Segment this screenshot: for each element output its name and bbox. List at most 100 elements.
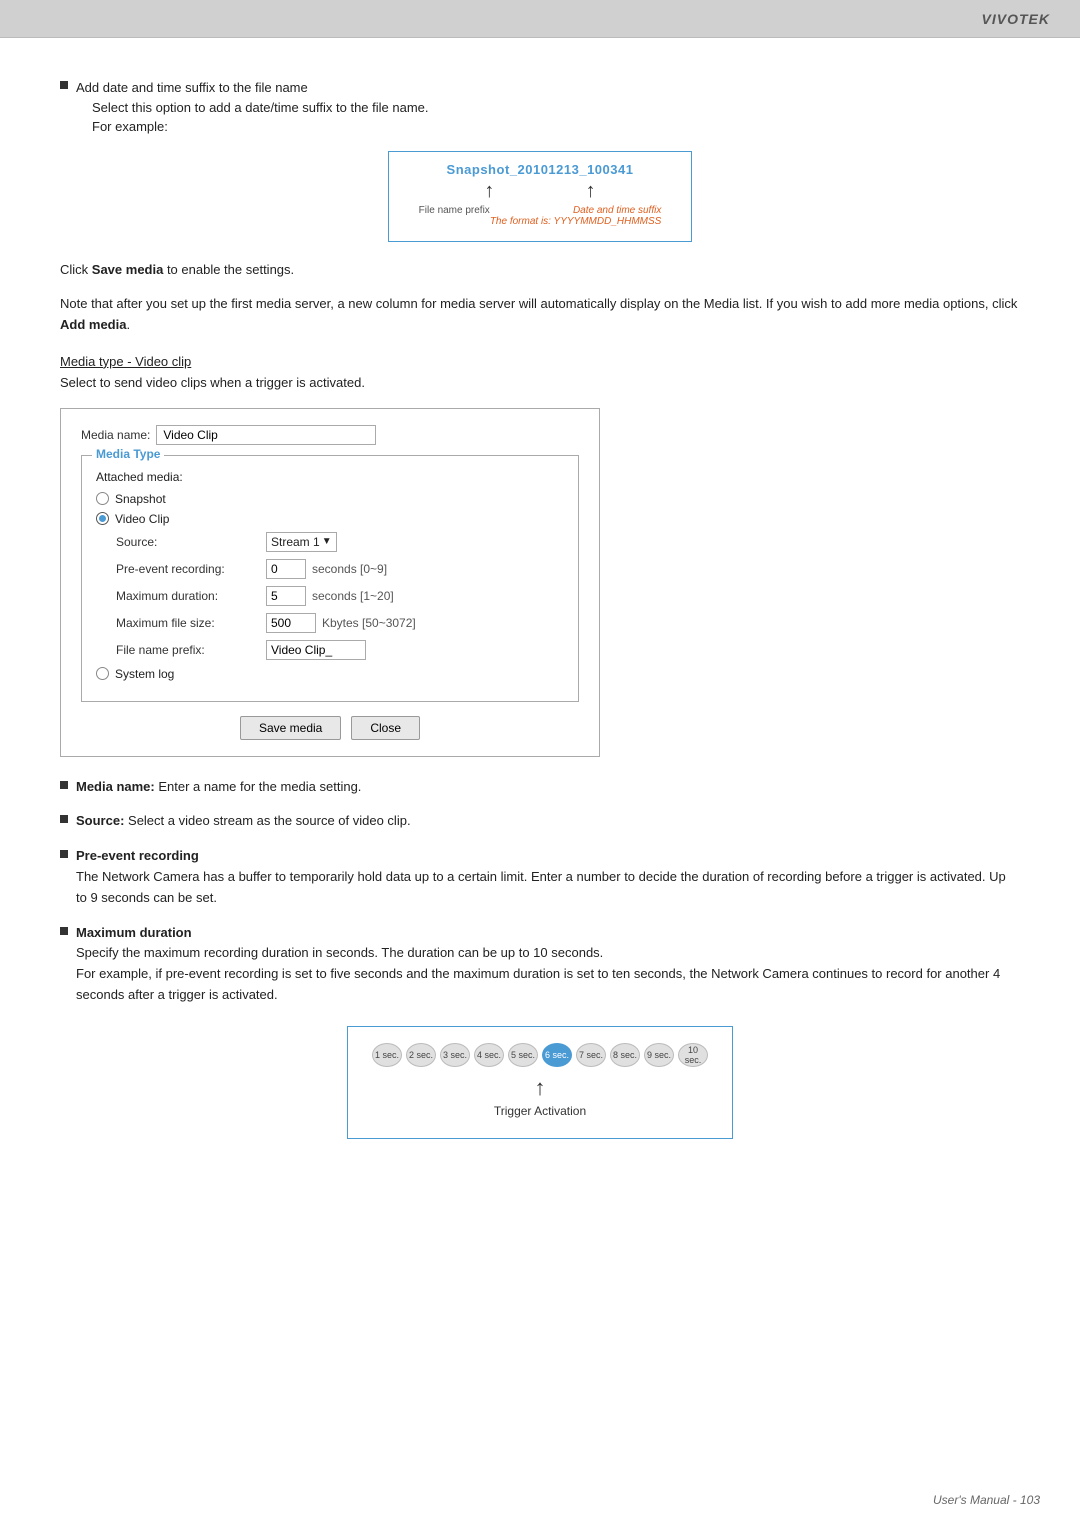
date-suffix-indent1: Select this option to add a date/time su… [92,100,429,115]
bullet-date-suffix: Add date and time suffix to the file nam… [60,78,1020,137]
max-filesize-label: Maximum file size: [116,616,266,630]
date-suffix-indent2: For example: [92,119,168,134]
arrow-up-right: ↑ [586,181,596,201]
source-label: Source: [116,535,266,549]
source-row: Source: Stream 1 ▼ [116,532,564,552]
snapshot-radio-label: Snapshot [115,492,166,506]
timeline-dot-1: 1 sec. [372,1043,402,1067]
bullet-icon-pre-event [60,850,68,858]
media-type-heading: Media type - Video clip [60,354,1020,369]
save-media-text-before: Click [60,262,92,277]
timeline-label: Trigger Activation [494,1104,586,1118]
pre-event-input[interactable] [266,559,306,579]
bullet-date-suffix-text: Add date and time suffix to the file nam… [76,78,1020,137]
bullet-icon-source [60,815,68,823]
snapshot-radio-row[interactable]: Snapshot [96,492,564,506]
max-filesize-hint: Kbytes [50~3072] [322,616,416,630]
save-media-button[interactable]: Save media [240,716,341,740]
save-media-bold: Save media [92,262,164,277]
bullet-source-bold: Source: [76,813,124,828]
form-buttons: Save media Close [81,716,579,740]
timeline-dot-3: 3 sec. [440,1043,470,1067]
media-name-row: Media name: [81,425,579,445]
videoclip-radio[interactable] [96,512,109,525]
file-prefix-input[interactable] [266,640,366,660]
arrows-row: ↑ ↑ [419,181,662,201]
bullet-pre-event-bold: Pre-event recording [76,848,199,863]
bullet-icon [60,81,68,89]
max-duration-hint: seconds [1~20] [312,589,394,603]
labels-row: File name prefix Date and time suffixThe… [419,205,662,227]
source-select[interactable]: Stream 1 ▼ [266,532,337,552]
max-duration-label: Maximum duration: [116,589,266,603]
bullet-max-duration-content: Maximum duration Specify the maximum rec… [76,923,1020,1006]
label-file-prefix: File name prefix [419,205,490,227]
save-media-para: Click Save media to enable the settings. [60,260,1020,281]
label-date-suffix: Date and time suffixThe format is: YYYYM… [490,205,662,227]
file-prefix-label: File name prefix: [116,643,266,657]
timeline-dot-7: 7 sec. [576,1043,606,1067]
pre-event-row: Pre-event recording: seconds [0~9] [116,559,564,579]
timeline-dot-6: 6 sec. [542,1043,572,1067]
media-type-fieldset: Media Type Attached media: Snapshot Vide… [81,455,579,702]
brand-label: VIVOTEK [982,11,1050,27]
bullet-icon-media-name [60,781,68,789]
bullet-pre-event-content: Pre-event recording The Network Camera h… [76,846,1020,908]
bullet-pre-event-sub: The Network Camera has a buffer to tempo… [76,869,1006,905]
timeline-dot-9: 9 sec. [644,1043,674,1067]
close-button[interactable]: Close [351,716,420,740]
snapshot-box: Snapshot_20101213_100341 ↑ ↑ File name p… [388,151,693,242]
bullet-max-dur-sub: Specify the maximum recording duration i… [76,945,1000,1002]
bullet-media-name-bold: Media name: [76,779,155,794]
bullet-source-text: Select a video stream as the source of v… [124,813,410,828]
media-type-desc: Select to send video clips when a trigge… [60,373,1020,394]
main-content: Add date and time suffix to the file nam… [0,38,1080,1229]
bullet-media-name-content: Media name: Enter a name for the media s… [76,777,1020,798]
note-para: Note that after you set up the first med… [60,294,1020,336]
file-prefix-row: File name prefix: [116,640,564,660]
arrow-up-left: ↑ [484,181,494,201]
footer-text: User's Manual - 103 [933,1493,1040,1507]
date-suffix-title: Add date and time suffix to the file nam… [76,80,308,95]
page: VIVOTEK Add date and time suffix to the … [0,0,1080,1527]
bullet-icon-max-dur [60,927,68,935]
timeline-dot-2: 2 sec. [406,1043,436,1067]
add-media-bold: Add media [60,317,126,332]
save-media-text-after: to enable the settings. [163,262,294,277]
select-arrow-icon: ▼ [322,536,332,547]
bullet-media-name: Media name: Enter a name for the media s… [60,777,1020,798]
source-value: Stream 1 [271,535,320,549]
syslog-radio-row[interactable]: System log [96,667,564,681]
max-filesize-input[interactable] [266,613,316,633]
pre-event-hint: seconds [0~9] [312,562,387,576]
bullet-pre-event: Pre-event recording The Network Camera h… [60,846,1020,908]
syslog-radio-label: System log [115,667,174,681]
snapshot-filename: Snapshot_20101213_100341 [419,162,662,177]
bullet-max-dur-bold: Maximum duration [76,925,192,940]
timeline-dot-5: 5 sec. [508,1043,538,1067]
videoclip-radio-label: Video Clip [115,512,169,526]
max-duration-input[interactable] [266,586,306,606]
media-name-label: Media name: [81,428,150,442]
date-suffix-section: Add date and time suffix to the file nam… [60,78,1020,242]
bullet-max-duration: Maximum duration Specify the maximum rec… [60,923,1020,1006]
videoclip-sub-options: Source: Stream 1 ▼ Pre-event recording: … [116,532,564,660]
timeline-example: 1 sec.2 sec.3 sec.4 sec.5 sec.6 sec.7 se… [60,1026,1020,1139]
timeline-dot-4: 4 sec. [474,1043,504,1067]
attached-media-label: Attached media: [96,470,564,484]
bullet-media-name-text: Enter a name for the media setting. [155,779,362,794]
bullet-source-content: Source: Select a video stream as the sou… [76,811,1020,832]
bullet-list-section: Media name: Enter a name for the media s… [60,777,1020,1006]
syslog-radio[interactable] [96,667,109,680]
media-name-input[interactable] [156,425,376,445]
timeline-dots: 1 sec.2 sec.3 sec.4 sec.5 sec.6 sec.7 se… [372,1043,708,1067]
max-filesize-row: Maximum file size: Kbytes [50~3072] [116,613,564,633]
timeline-arrow-icon: ↑ [372,1075,708,1101]
max-duration-row: Maximum duration: seconds [1~20] [116,586,564,606]
timeline-dot-10: 10 sec. [678,1043,708,1067]
pre-event-label: Pre-event recording: [116,562,266,576]
videoclip-radio-row[interactable]: Video Clip [96,512,564,526]
note-text: Note that after you set up the first med… [60,296,1017,311]
header-bar: VIVOTEK [0,0,1080,38]
snapshot-radio[interactable] [96,492,109,505]
